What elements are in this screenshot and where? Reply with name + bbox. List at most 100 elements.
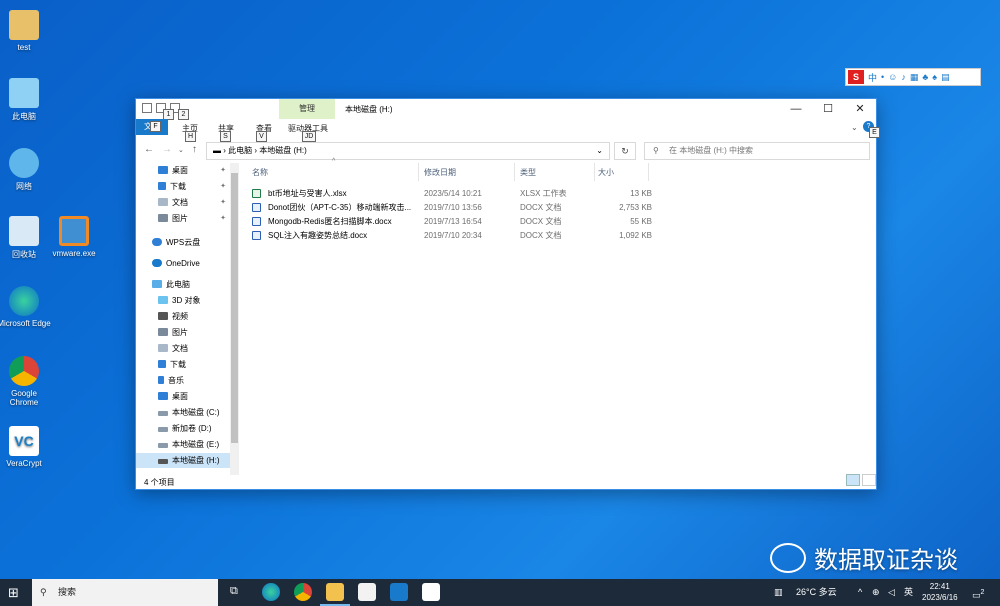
edge-taskbar-icon[interactable] [262,583,280,601]
close-button[interactable]: ✕ [844,99,876,119]
nav-item-pictures-pc[interactable]: 图片 [136,325,230,340]
ime-lang-indicator[interactable]: 英 [904,579,913,606]
edge-icon [9,286,39,316]
nav-label: OneDrive [166,259,200,268]
desktop-icon-edge[interactable]: Microsoft Edge [0,286,52,328]
onedrive-icon [152,259,162,267]
nav-item-this-pc[interactable]: 此电脑 [136,277,230,292]
file-row[interactable]: SQL注入有趣姿势总结.docx 2019/7/10 20:34 DOCX 文档… [252,229,672,242]
ribbon-expand-icon[interactable]: ⌄ [851,123,858,132]
minimize-button[interactable]: — [780,99,812,119]
desktop-icon-test[interactable]: test [0,10,52,52]
start-button[interactable]: ⊞ [8,585,19,601]
clock[interactable]: 22:41 2023/6/16 [922,581,958,603]
desktop-icon-network[interactable]: 网络 [0,148,52,192]
nav-item-music[interactable]: 音乐 [136,373,230,388]
large-icons-view-button[interactable] [862,474,876,486]
file-row[interactable]: Donot团伙（APT-C-35）移动端新攻击... 2019/7/10 13:… [252,201,672,214]
music-icon [158,376,164,384]
nav-item-videos[interactable]: 视频 [136,309,230,324]
maximize-button[interactable]: ☐ [812,99,844,119]
nav-item-desktop[interactable]: 桌面 ✦ [136,163,230,178]
title-bar[interactable]: 1 2 管理 本地磁盘 (H:) — ☐ ✕ [136,99,876,120]
desktop-icon-chrome[interactable]: Google Chrome [0,356,52,407]
file-explorer-taskbar-icon[interactable] [326,583,344,601]
keytip-e: E [869,127,880,138]
nav-item-wps-cloud[interactable]: WPS云盘 [136,235,230,250]
desktop-icon-veracrypt[interactable]: VC VeraCrypt [0,426,52,468]
volume-icon[interactable]: ◁ [888,579,895,606]
cube-icon [158,296,168,304]
file-type: XLSX 工作表 [520,189,567,198]
desktop-icon-recycle-bin[interactable]: 回收站 [0,216,52,260]
drive-icon[interactable] [142,103,152,113]
nav-label: 桌面 [172,166,188,175]
desktop-icon-vmware[interactable]: vmware.exe [46,216,102,258]
breadcrumb-this-pc[interactable]: 此电脑 [228,146,252,155]
taskbar-search[interactable]: ⚲ 搜索 [32,579,218,606]
keyboard-icon[interactable]: ▦ [910,72,919,83]
desktop-icon-label: 网络 [16,182,32,191]
scrollbar-thumb[interactable] [231,173,238,443]
breadcrumb-drive[interactable]: 本地磁盘 (H:) [259,146,307,155]
mail-taskbar-icon[interactable] [390,583,408,601]
weather-text[interactable]: 26°C 多云 [796,579,837,606]
menu-grid-icon[interactable]: ▤ [941,72,950,83]
refresh-button[interactable]: ↻ [614,142,636,160]
column-header-date[interactable]: 修改日期 [424,167,456,178]
documents-icon [158,198,168,206]
tray-overflow-icon[interactable]: ^ [858,579,862,606]
task-view-icon[interactable]: ⧉ [230,585,238,598]
forward-button[interactable]: → [162,144,172,155]
nav-item-desktop-pc[interactable]: 桌面 [136,389,230,404]
nav-item-drive-h[interactable]: 本地磁盘 (H:) [136,453,230,468]
ime-toolbar[interactable]: S 中 • ☺ ♪ ▦ ♣ ♠ ▤ [845,68,981,86]
desktop-icon-this-pc[interactable]: 此电脑 [0,78,52,122]
nav-item-downloads-pc[interactable]: 下载 [136,357,230,372]
network-globe-icon[interactable]: ⊕ [872,579,880,606]
file-size: 2,753 KB [619,203,652,212]
column-header-name[interactable]: 名称 [252,167,268,178]
file-row[interactable]: bt币地址与受害人.xlsx 2023/5/14 10:21 XLSX 工作表 … [252,187,672,200]
back-button[interactable]: ← [144,144,154,155]
address-box[interactable]: ▬ › 此电脑 › 本地磁盘 (H:) ⌄ [206,142,610,160]
emoji-icon[interactable]: ☺ [888,72,897,82]
chrome-taskbar-icon[interactable] [294,583,312,601]
nav-label: 下载 [170,182,186,191]
nav-item-documents-pc[interactable]: 文档 [136,341,230,356]
recent-dropdown-icon[interactable]: ⌄ [178,146,184,154]
up-button[interactable]: ↑ [192,144,197,155]
tab-manage[interactable]: 管理 [279,99,335,119]
nav-item-onedrive[interactable]: OneDrive [136,256,230,271]
column-header-size[interactable]: 大小 [598,167,614,178]
microphone-icon[interactable]: ♪ [901,72,906,82]
drive-icon: ▬ [213,146,221,155]
nav-item-pictures[interactable]: 图片 ✦ [136,211,230,226]
nav-item-drive-c[interactable]: 本地磁盘 (C:) [136,405,230,420]
column-header-type[interactable]: 类型 [520,167,536,178]
desktop-icon-label: VeraCrypt [6,459,42,468]
nav-item-documents[interactable]: 文档 ✦ [136,195,230,210]
veracrypt-taskbar-icon[interactable] [422,583,440,601]
nav-item-3d-objects[interactable]: 3D 对象 [136,293,230,308]
file-row[interactable]: Mongodb-Redis匿名扫描脚本.docx 2019/7/13 16:54… [252,215,672,228]
skin-icon[interactable]: ♠ [932,72,937,82]
windows-drive-icon [158,411,168,416]
punctuation-icon[interactable]: • [881,72,884,82]
search-input[interactable]: ⚲ 在 本地磁盘 (H:) 中搜索 [644,142,870,160]
nav-item-downloads[interactable]: 下载 ✦ [136,179,230,194]
toolbox-icon[interactable]: ♣ [922,72,928,82]
ime-lang-indicator[interactable]: 中 [868,71,877,84]
nav-scrollbar[interactable] [230,163,239,475]
notification-icon[interactable]: ▭2 [972,579,984,606]
nav-item-drive-d[interactable]: 新加卷 (D:) [136,421,230,436]
nav-label: 新加卷 (D:) [172,424,212,433]
sort-indicator-icon: ^ [332,158,336,165]
weather-icon[interactable]: ▥ [774,579,783,606]
details-view-button[interactable] [846,474,860,486]
search-icon: ⚲ [40,587,47,597]
nav-label: 本地磁盘 (E:) [172,440,220,449]
nav-item-drive-e[interactable]: 本地磁盘 (E:) [136,437,230,452]
store-taskbar-icon[interactable] [358,583,376,601]
address-dropdown-icon[interactable]: ⌄ [596,143,603,159]
